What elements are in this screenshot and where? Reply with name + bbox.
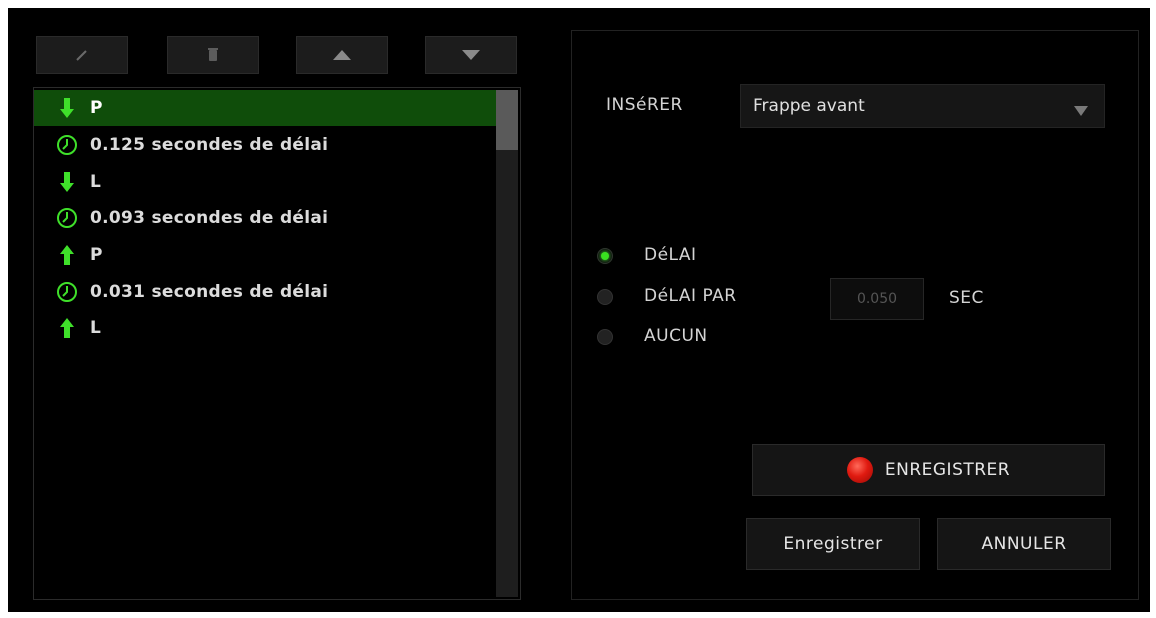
list-item-text: 0.031 secondes de délai — [90, 282, 329, 302]
delay-radio[interactable] — [597, 248, 613, 264]
list-item-text: 0.125 secondes de délai — [90, 135, 329, 155]
key-up-arrow-icon — [54, 242, 80, 268]
insert-dropdown-value: Frappe avant — [753, 96, 865, 116]
trash-icon — [208, 48, 218, 62]
delay-value-input[interactable]: 0.050 — [830, 278, 924, 320]
key-down-arrow-icon — [54, 95, 80, 121]
list-item[interactable]: P — [34, 90, 497, 126]
seconds-unit-label: SEC — [949, 288, 984, 308]
list-item[interactable]: L — [34, 164, 497, 200]
list-item[interactable]: L — [34, 310, 497, 346]
list-item[interactable]: 0.125 secondes de délai — [34, 127, 497, 163]
move-down-icon — [462, 50, 480, 60]
cancel-button[interactable]: ANNULER — [937, 518, 1111, 570]
scrollbar[interactable] — [496, 90, 518, 597]
list-item-text: 0.093 secondes de délai — [90, 208, 329, 228]
list-item-text: P — [90, 98, 103, 118]
list-item-text: P — [90, 245, 103, 265]
chevron-down-icon — [1074, 101, 1088, 116]
move-down-button[interactable] — [425, 36, 517, 74]
record-button-label: ENREGISTRER — [884, 460, 1011, 480]
list-item[interactable]: 0.031 secondes de délai — [34, 274, 497, 310]
delay-by-radio-label: DéLAI PAR — [644, 286, 737, 306]
save-button-label: Enregistrer — [783, 534, 883, 554]
cancel-button-label: ANNULER — [981, 534, 1067, 554]
list-item-text: L — [90, 172, 102, 192]
delay-radio-label: DéLAI — [644, 245, 697, 265]
none-radio-label: AUCUN — [644, 326, 708, 346]
delete-button[interactable] — [167, 36, 259, 74]
insert-dropdown[interactable]: Frappe avant — [740, 84, 1105, 128]
record-icon — [846, 457, 873, 483]
insert-label: INSéRER — [606, 95, 683, 115]
list-item[interactable]: 0.093 secondes de délai — [34, 200, 497, 236]
delay-by-radio[interactable] — [597, 289, 613, 305]
edit-button[interactable] — [36, 36, 128, 74]
list-item[interactable]: P — [34, 237, 497, 273]
scrollbar-thumb[interactable] — [496, 90, 518, 150]
pencil-icon — [75, 48, 89, 62]
list-item-text: L — [90, 318, 102, 338]
record-button[interactable]: ENREGISTRER — [752, 444, 1105, 496]
none-radio[interactable] — [597, 329, 613, 345]
save-button[interactable]: Enregistrer — [746, 518, 920, 570]
macro-list[interactable]: P 0.125 secondes de délai L 0.093 second… — [33, 87, 521, 600]
key-up-arrow-icon — [54, 315, 80, 341]
move-up-icon — [333, 50, 351, 60]
clock-icon — [54, 132, 80, 158]
move-up-button[interactable] — [296, 36, 388, 74]
clock-icon — [54, 279, 80, 305]
key-down-arrow-icon — [54, 169, 80, 195]
clock-icon — [54, 205, 80, 231]
